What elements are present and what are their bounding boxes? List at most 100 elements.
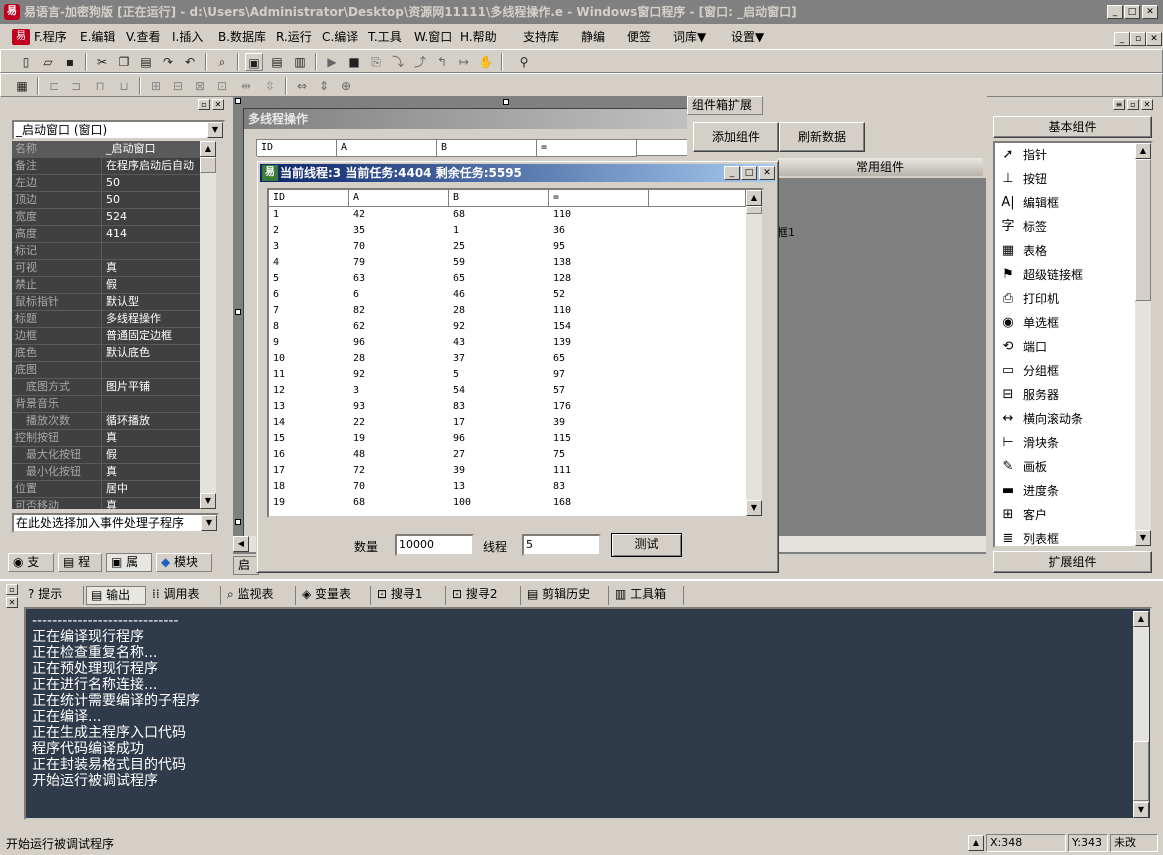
extension-components-header[interactable]: 扩展组件 <box>993 551 1152 573</box>
property-row[interactable]: 最大化按钮假 <box>12 447 202 464</box>
property-row[interactable]: 位置 居中 <box>12 481 202 498</box>
menu-support-lib[interactable]: 支持库 <box>523 29 559 45</box>
property-value[interactable]: 在程序启动后自动 <box>103 158 202 174</box>
scroll-up-icon[interactable]: ▲ <box>1135 143 1151 159</box>
menu-program[interactable]: F.程序 <box>34 29 67 45</box>
scroll-thumb[interactable] <box>1135 159 1151 301</box>
menu-edit[interactable]: E.编辑 <box>80 29 115 45</box>
align-center-icon[interactable]: ⊐ <box>67 77 85 95</box>
dlg-minimize-icon[interactable]: _ <box>724 166 740 180</box>
close-icon[interactable]: ✕ <box>1142 5 1158 19</box>
property-value[interactable]: 多线程操作 <box>103 311 202 327</box>
component-item[interactable]: ↔ 横向滚动条 <box>995 407 1135 431</box>
output-tab[interactable]: ? 提示 <box>24 586 84 605</box>
grid-header[interactable]: ID <box>269 190 349 207</box>
property-row[interactable]: 可否移动真 <box>12 498 202 509</box>
table-row[interactable]: 6 6 46 52 <box>269 287 746 303</box>
panel-float-icon[interactable]: ▫ <box>198 99 210 110</box>
property-value[interactable]: 524 <box>103 209 202 225</box>
property-row[interactable]: 备注 在程序启动后自动 <box>12 158 202 175</box>
caret-up-icon[interactable]: ▲ <box>968 835 984 851</box>
property-value[interactable]: 假 <box>103 447 202 463</box>
grid-header[interactable]: A <box>349 190 449 207</box>
mdi-close-icon[interactable]: ✕ <box>1146 32 1162 46</box>
component-item[interactable]: 字标签 <box>995 215 1135 239</box>
size-h-icon[interactable]: ⇔ <box>293 77 311 95</box>
copy-icon[interactable]: ❐ <box>115 53 133 71</box>
size-both-icon[interactable]: ⊕ <box>337 77 355 95</box>
output-tab[interactable]: ▤ 输出 <box>86 586 146 605</box>
output-tab[interactable]: ⊡ 搜寻2 <box>448 586 521 605</box>
table-row[interactable]: 5 63 65 128 <box>269 271 746 287</box>
panel-float-icon[interactable]: ▫ <box>1127 99 1139 110</box>
same-width-icon[interactable]: ⊠ <box>191 77 209 95</box>
property-value[interactable]: 50 <box>103 192 202 208</box>
scroll-down-icon[interactable]: ▼ <box>746 500 762 516</box>
paste-icon[interactable]: ▤ <box>137 53 155 71</box>
property-row[interactable]: 左边 50 <box>12 175 202 192</box>
run-to-cursor-icon[interactable]: ↦ <box>455 53 473 71</box>
stop-icon[interactable]: ■ <box>345 53 363 71</box>
test-button[interactable]: 测试 <box>611 533 682 557</box>
table-row[interactable]: 4 79 59 138 <box>269 255 746 271</box>
scroll-up-icon[interactable]: ▲ <box>746 190 762 206</box>
layout1-icon[interactable]: ▣ <box>245 53 263 71</box>
panel-close-icon[interactable]: ✕ <box>1141 99 1153 110</box>
table-row[interactable]: 7 82 28 110 <box>269 303 746 319</box>
save-icon[interactable]: ▪ <box>61 53 79 71</box>
refresh-data-button[interactable]: 刷新数据 <box>779 122 865 152</box>
component-item[interactable]: ▦ 表格 <box>995 239 1135 263</box>
component-item[interactable]: ▬ 进度条 <box>995 479 1135 503</box>
property-row[interactable]: 名称 _启动窗口 <box>12 141 202 158</box>
tab-module[interactable]: ◆ 模块 <box>156 553 212 572</box>
result-grid[interactable]: ID A B = 1 42 68 110 2 35 1 36 3 70 25 95 4 79 59 138 5 63 65… <box>267 188 764 518</box>
property-value[interactable]: 普通固定边框 <box>103 328 202 344</box>
property-value[interactable]: 循环播放 <box>103 413 202 429</box>
menu-notes[interactable]: 便签 <box>627 29 651 45</box>
tab-support[interactable]: ◉ 支 <box>8 553 54 572</box>
hand-icon[interactable]: ✋ <box>477 53 495 71</box>
component-item[interactable]: ▭ 分组框 <box>995 359 1135 383</box>
component-item[interactable]: ◉ 单选框 <box>995 311 1135 335</box>
menu-view[interactable]: V.查看 <box>126 29 160 45</box>
property-row[interactable]: 高度 414 <box>12 226 202 243</box>
same-height-icon[interactable]: ⊡ <box>213 77 231 95</box>
panel-pin-icon[interactable]: ≡ <box>1113 99 1125 110</box>
property-value[interactable]: 真 <box>103 498 202 509</box>
tab-property[interactable]: ▣ 属 <box>106 553 152 572</box>
binoculars-icon[interactable]: ⚲ <box>515 53 533 71</box>
output-console[interactable]: ----------------------------- 正在编译现行程序 正在检… <box>24 607 1152 820</box>
property-row[interactable]: 鼠标指针 默认型 <box>12 294 202 311</box>
property-row[interactable]: 顶边 50 <box>12 192 202 209</box>
table-row[interactable]: 2 35 1 36 <box>269 223 746 239</box>
center-h-icon[interactable]: ⊞ <box>147 77 165 95</box>
scroll-down-icon[interactable]: ▼ <box>200 493 216 509</box>
find-icon[interactable]: ⌕ <box>213 53 231 71</box>
align-left-icon[interactable]: ⊏ <box>45 77 63 95</box>
property-value[interactable]: 假 <box>103 277 202 293</box>
event-select[interactable]: 在此处选择加入事件处理子程序 ▼ <box>12 513 219 533</box>
step-over-icon[interactable]: ⤴ <box>411 53 429 71</box>
scroll-thumb[interactable] <box>1133 741 1149 801</box>
property-value[interactable] <box>103 243 202 259</box>
property-row[interactable]: 边框 普通固定边框 <box>12 328 202 345</box>
resize-handle[interactable] <box>235 309 241 315</box>
output-tab[interactable]: ⁞⁞ 调用表 <box>148 586 221 605</box>
table-row[interactable]: 11 92 5 97 <box>269 367 746 383</box>
table-row[interactable]: 12 3 54 57 <box>269 383 746 399</box>
table-row[interactable]: 15 19 96 115 <box>269 431 746 447</box>
component-item[interactable]: ⊟ 服务器 <box>995 383 1135 407</box>
count-input[interactable]: 10000 <box>395 534 474 556</box>
resize-handle[interactable] <box>503 99 509 105</box>
component-item[interactable]: A| 编辑框 <box>995 191 1135 215</box>
align-top-icon[interactable]: ⊔ <box>115 77 133 95</box>
new-file-icon[interactable]: ▯ <box>17 53 35 71</box>
property-row[interactable]: 底色 默认底色 <box>12 345 202 362</box>
tab-program[interactable]: ▤ 程 <box>58 553 102 572</box>
property-value[interactable]: 414 <box>103 226 202 242</box>
menu-insert[interactable]: I.插入 <box>172 29 203 45</box>
maximize-icon[interactable]: □ <box>1124 5 1140 19</box>
property-row[interactable]: 背景音乐 <box>12 396 202 413</box>
minimize-icon[interactable]: _ <box>1107 5 1123 19</box>
menu-window[interactable]: W.窗口 <box>414 29 452 45</box>
